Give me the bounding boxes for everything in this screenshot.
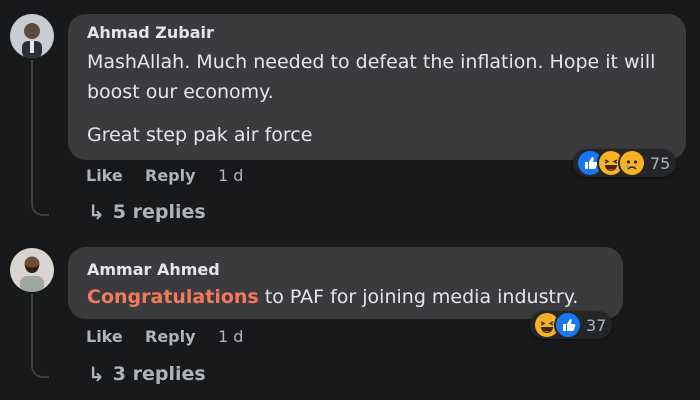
replies-label: 5 replies [112, 201, 206, 223]
avatar-ammar-ahmed[interactable] [10, 248, 54, 292]
comment-author[interactable]: Ahmad Zubair [87, 23, 214, 42]
comment-text-rest: to PAF for joining media industry. [258, 286, 579, 308]
like-button[interactable]: Like [86, 327, 123, 346]
reply-button[interactable]: Reply [145, 327, 196, 346]
reaction-summary[interactable]: 37 [530, 311, 613, 339]
reaction-count: 75 [650, 153, 671, 173]
like-icon [554, 311, 582, 339]
comment-bubble-2: Ammar Ahmed Congratulations to PAF for j… [68, 247, 623, 319]
comment-text: Congratulations to PAF for joining media… [87, 282, 578, 312]
reply-arrow-icon: ↳ [88, 362, 105, 386]
reply-button[interactable]: Reply [145, 166, 196, 185]
thread-line-1 [31, 60, 49, 216]
replies-label: 3 replies [112, 363, 206, 385]
view-replies-button[interactable]: ↳ 5 replies [88, 200, 206, 224]
comment-text: Great step pak air force [87, 124, 313, 146]
comment-timestamp[interactable]: 1 d [218, 327, 243, 346]
reply-arrow-icon: ↳ [88, 200, 105, 224]
comment-mention: Congratulations [87, 286, 259, 308]
reaction-summary[interactable]: 75 [573, 149, 677, 177]
sad-icon [618, 149, 646, 177]
view-replies-button[interactable]: ↳ 3 replies [88, 362, 206, 386]
like-button[interactable]: Like [86, 166, 123, 185]
comment-bubble-1: Ahmad Zubair MashAllah. Much needed to d… [68, 14, 686, 160]
avatar-ahmad-zubair[interactable] [10, 14, 54, 58]
comment-author[interactable]: Ammar Ahmed [87, 260, 220, 279]
reaction-count: 37 [586, 315, 607, 335]
comment-text: MashAllah. Much needed to defeat the inf… [87, 51, 656, 103]
comment-timestamp[interactable]: 1 d [218, 166, 243, 185]
thread-line-2 [31, 294, 49, 378]
